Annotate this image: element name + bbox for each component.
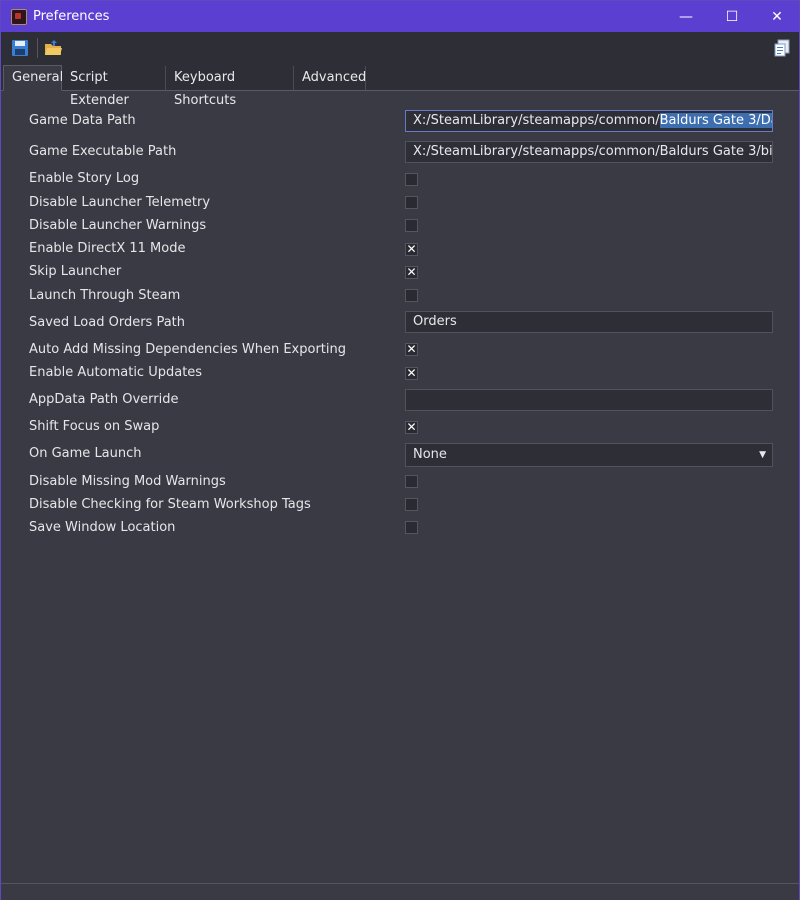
- game-data-path-selection: Baldurs Gate 3/Data: [659, 113, 772, 128]
- enable-automatic-updates-label: Enable Automatic Updates: [29, 365, 203, 380]
- skip-launcher-checkbox[interactable]: ✕: [405, 266, 418, 279]
- enable-story-log-checkbox[interactable]: [405, 173, 418, 186]
- auto-add-missing-dependencies-label: Auto Add Missing Dependencies When Expor…: [29, 342, 346, 357]
- toolbar: [1, 32, 799, 64]
- on-game-launch-dropdown[interactable]: None ▼: [405, 443, 773, 467]
- saved-load-orders-path-label: Saved Load Orders Path: [29, 315, 186, 330]
- disable-launcher-warnings-label: Disable Launcher Warnings: [29, 218, 207, 233]
- enable-directx11-mode-checkbox[interactable]: ✕: [405, 243, 418, 256]
- appdata-path-override-label: AppData Path Override: [29, 392, 179, 407]
- disable-missing-mod-warnings-label: Disable Missing Mod Warnings: [29, 474, 226, 489]
- on-game-launch-value: None: [413, 447, 447, 462]
- game-executable-path-label: Game Executable Path: [29, 144, 177, 159]
- maximize-button[interactable]: ☐: [709, 1, 755, 32]
- on-game-launch-label: On Game Launch: [29, 446, 142, 461]
- launch-through-steam-checkbox[interactable]: [405, 289, 418, 302]
- disable-checking-workshop-tags-label: Disable Checking for Steam Workshop Tags: [29, 497, 311, 512]
- enable-automatic-updates-checkbox[interactable]: ✕: [405, 367, 418, 380]
- tab-strip: General Script Extender Keyboard Shortcu…: [1, 64, 799, 108]
- status-bar: [1, 883, 799, 900]
- tab-keyboard-shortcuts[interactable]: Keyboard Shortcuts: [166, 66, 294, 108]
- disable-launcher-telemetry-label: Disable Launcher Telemetry: [29, 195, 211, 210]
- save-window-location-label: Save Window Location: [29, 520, 176, 535]
- launch-through-steam-label: Launch Through Steam: [29, 288, 181, 303]
- open-folder-icon[interactable]: [44, 39, 62, 57]
- game-data-path-value: X:/SteamLibrary/steamapps/common/: [413, 113, 660, 128]
- tab-general[interactable]: General: [3, 65, 63, 91]
- saved-load-orders-path-field[interactable]: Orders: [405, 311, 773, 333]
- toolbar-separator: [37, 38, 38, 58]
- disable-checking-workshop-tags-checkbox[interactable]: [405, 498, 418, 511]
- tab-advanced[interactable]: Advanced: [294, 66, 366, 90]
- preferences-window: Preferences — ☐ ✕ General Script Extende…: [0, 0, 800, 900]
- minimize-button[interactable]: —: [663, 1, 709, 32]
- app-icon: [11, 8, 27, 25]
- tab-script-extender[interactable]: Script Extender: [62, 66, 166, 108]
- window-title: Preferences: [33, 9, 110, 24]
- save-window-location-checkbox[interactable]: [405, 521, 418, 534]
- close-button[interactable]: ✕: [754, 1, 800, 32]
- game-data-path-label: Game Data Path: [29, 113, 136, 128]
- shift-focus-on-swap-checkbox[interactable]: ✕: [405, 421, 418, 434]
- auto-add-missing-dependencies-checkbox[interactable]: ✕: [405, 343, 418, 356]
- title-bar[interactable]: Preferences — ☐ ✕: [1, 1, 799, 32]
- export-settings-icon[interactable]: [773, 39, 791, 57]
- game-executable-path-field[interactable]: X:/SteamLibrary/steamapps/common/Baldurs…: [405, 141, 773, 163]
- disable-missing-mod-warnings-checkbox[interactable]: [405, 475, 418, 488]
- game-data-path-field[interactable]: X:/SteamLibrary/steamapps/common/Baldurs…: [405, 110, 773, 132]
- shift-focus-on-swap-label: Shift Focus on Swap: [29, 419, 160, 434]
- appdata-path-override-field[interactable]: [405, 389, 773, 411]
- chevron-down-icon: ▼: [759, 450, 766, 460]
- enable-directx11-mode-label: Enable DirectX 11 Mode: [29, 241, 186, 256]
- enable-story-log-label: Enable Story Log: [29, 171, 140, 186]
- skip-launcher-label: Skip Launcher: [29, 264, 122, 279]
- general-settings-panel: Game Data Path X:/SteamLibrary/steamapps…: [1, 91, 799, 881]
- disable-launcher-warnings-checkbox[interactable]: [405, 219, 418, 232]
- save-icon[interactable]: [11, 39, 29, 57]
- disable-launcher-telemetry-checkbox[interactable]: [405, 196, 418, 209]
